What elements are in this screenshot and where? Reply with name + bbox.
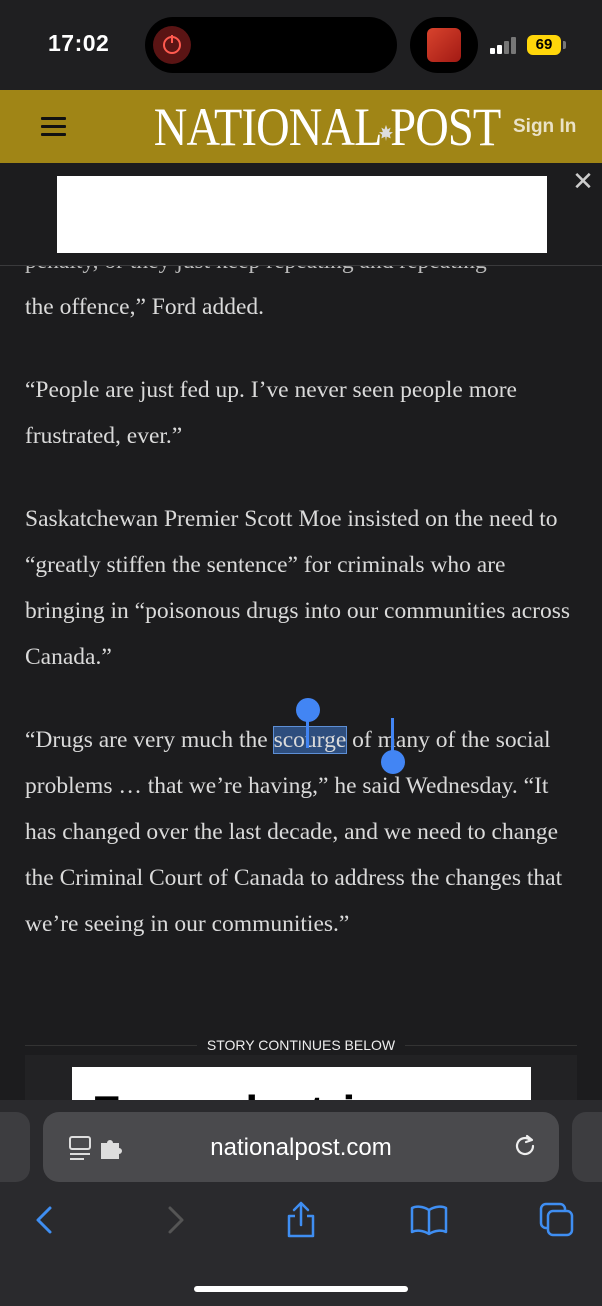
site-logo[interactable]: NATIONAL POST bbox=[153, 96, 501, 158]
logo-word-post: POST bbox=[390, 97, 501, 157]
selected-text[interactable]: scourge bbox=[272, 726, 348, 754]
reload-icon[interactable] bbox=[512, 1133, 538, 1159]
paragraph-4-start: “Drugs are very much the bbox=[25, 727, 274, 753]
article-body: penalty, or they just keep repeating and… bbox=[25, 238, 585, 984]
story-continues-label: STORY CONTINUES BELOW bbox=[0, 1037, 602, 1053]
paragraph-4-end: of many of the social problems … that we… bbox=[25, 727, 563, 937]
logo-word-national: NATIONAL bbox=[153, 97, 383, 157]
signal-icon bbox=[490, 36, 518, 54]
share-icon[interactable] bbox=[281, 1200, 321, 1240]
paragraph-3: Saskatchewan Premier Scott Moe insisted … bbox=[25, 506, 571, 670]
close-icon[interactable]: ✕ bbox=[572, 168, 594, 194]
home-indicator[interactable] bbox=[194, 1286, 408, 1292]
sign-in-link[interactable]: Sign In bbox=[513, 116, 576, 138]
sticky-ad-banner: ✕ bbox=[0, 163, 602, 266]
selection-start-handle[interactable] bbox=[296, 698, 320, 722]
selection-end-handle[interactable] bbox=[381, 750, 405, 774]
back-icon[interactable] bbox=[25, 1200, 65, 1240]
tabs-icon[interactable] bbox=[537, 1200, 577, 1240]
battery-icon: 69 bbox=[527, 35, 561, 55]
paragraph-4: “Drugs are very much the scourge of many… bbox=[25, 717, 585, 947]
ad-placeholder[interactable] bbox=[57, 176, 547, 253]
paragraph-1-rest: the offence,” Ford added. bbox=[25, 294, 265, 320]
dynamic-island[interactable] bbox=[145, 17, 397, 73]
paragraph-2: “People are just fed up. I’ve never seen… bbox=[25, 377, 517, 449]
screen-recording-icon[interactable] bbox=[153, 26, 191, 64]
bookmarks-icon[interactable] bbox=[409, 1200, 449, 1240]
now-playing-island[interactable] bbox=[410, 17, 478, 73]
forward-icon[interactable] bbox=[155, 1200, 195, 1240]
now-playing-artwork-icon bbox=[427, 28, 461, 62]
battery-cap bbox=[563, 41, 566, 49]
status-bar: 17:02 69 bbox=[0, 0, 602, 90]
status-time: 17:02 bbox=[48, 30, 110, 56]
menu-icon[interactable] bbox=[41, 117, 66, 136]
